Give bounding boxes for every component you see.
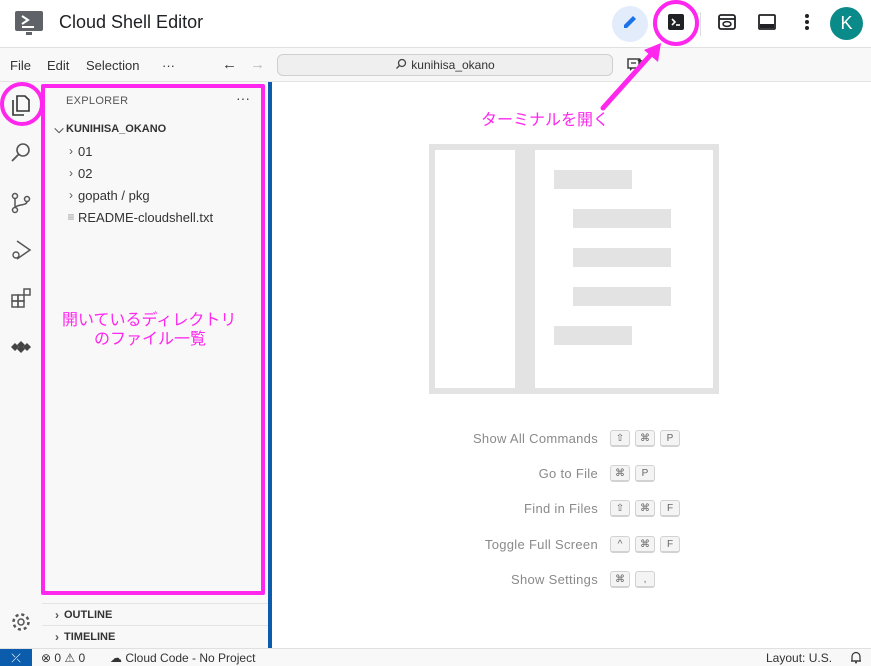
shortcut-label: Show Settings [510, 572, 598, 587]
key-cap: ^ [610, 536, 630, 553]
more-vert-icon [804, 13, 810, 36]
key-cap: ⌘ [610, 571, 630, 588]
menu-file[interactable]: File [10, 58, 31, 73]
terminal-annotation-label: ターミナルを開く [481, 110, 610, 129]
settings-gear-icon[interactable] [8, 609, 34, 635]
web-preview-button[interactable] [709, 6, 745, 42]
key-cap: F [660, 500, 680, 517]
timeline-label: TIMELINE [64, 630, 116, 643]
chevron-right-icon: › [55, 607, 59, 622]
shortcut-label: Toggle Full Screen [484, 537, 598, 552]
key-cap: ⌘ [635, 500, 655, 517]
notifications-bell-icon[interactable] [850, 651, 862, 666]
cloud-code-status[interactable]: ☁ Cloud Code - No Project [110, 651, 255, 665]
extensions-icon[interactable] [8, 285, 34, 311]
key-cap: ⌘ [635, 536, 655, 553]
warning-icon: ⚠ [64, 651, 76, 665]
key-cap: ⇧ [610, 430, 630, 447]
key-cap: ⇧ [610, 500, 630, 517]
shortcut-go-to-file[interactable]: Go to File ⌘ P [272, 465, 871, 483]
header-divider [700, 12, 701, 36]
chevron-right-icon: › [55, 629, 59, 644]
status-bar: ⤫ ⊗ 0 ⚠ 0 ☁ Cloud Code - No Project Layo… [0, 648, 871, 666]
explorer-highlight-ring [0, 82, 44, 126]
key-cap: ⌘ [610, 465, 630, 482]
cloud-shell-logo-icon [14, 10, 46, 38]
shortcut-show-all-commands[interactable]: Show All Commands ⇧ ⌘ P [272, 430, 871, 448]
shortcut-label: Go to File [538, 466, 598, 481]
menu-edit[interactable]: Edit [47, 58, 69, 73]
error-count: 0 [54, 651, 62, 665]
search-icon [395, 58, 407, 73]
warning-count: 0 [78, 651, 86, 665]
cloud-code-icon[interactable] [8, 334, 34, 360]
command-center-search[interactable]: kunihisa_okano [277, 54, 613, 76]
key-cap: P [635, 465, 655, 482]
edit-mode-button[interactable] [612, 6, 648, 42]
search-icon[interactable] [8, 140, 34, 166]
editor-watermark-logo [429, 144, 719, 394]
key-cap: ⌘ [635, 430, 655, 447]
run-debug-icon[interactable] [8, 237, 34, 263]
remote-icon: ⤫ [11, 650, 21, 665]
key-cap: F [660, 536, 680, 553]
shortcut-toggle-full-screen[interactable]: Toggle Full Screen ^ ⌘ F [272, 536, 871, 554]
annotation-arrow [600, 43, 661, 111]
panel-icon [757, 13, 777, 36]
search-text: kunihisa_okano [411, 58, 495, 72]
outline-label: OUTLINE [64, 608, 113, 621]
shortcut-label: Find in Files [524, 501, 598, 516]
key-cap: , [635, 571, 655, 588]
outline-section[interactable]: › OUTLINE [42, 603, 268, 625]
menu-selection[interactable]: Selection [86, 58, 139, 73]
menu-more[interactable]: ··· [162, 58, 175, 73]
timeline-section[interactable]: › TIMELINE [42, 625, 268, 647]
cloud-icon: ☁ [110, 651, 122, 665]
keyboard-layout-status[interactable]: Layout: U.S. [766, 651, 832, 665]
editor-area: Show All Commands ⇧ ⌘ P Go to File ⌘ P F… [272, 82, 871, 648]
user-avatar[interactable]: K [830, 7, 863, 40]
forward-arrow-icon[interactable]: → [250, 56, 265, 73]
top-header: Cloud Shell Editor K [0, 0, 871, 48]
problems-status[interactable]: ⊗ 0 ⚠ 0 [41, 651, 85, 665]
explorer-annotation-line2: のファイル一覧 [94, 329, 207, 348]
toggle-panel-button[interactable] [749, 6, 785, 42]
app-title: Cloud Shell Editor [59, 12, 204, 32]
shortcut-label: Show All Commands [472, 431, 598, 446]
shortcut-show-settings[interactable]: Show Settings ⌘ , [272, 571, 871, 589]
activity-bar [0, 82, 42, 648]
source-control-icon[interactable] [8, 190, 34, 216]
error-icon: ⊗ [41, 651, 52, 665]
remote-indicator-button[interactable]: ⤫ [0, 649, 32, 666]
preview-icon [717, 13, 737, 36]
edit-icon [621, 13, 639, 36]
shortcut-find-in-files[interactable]: Find in Files ⇧ ⌘ F [272, 500, 871, 518]
cloud-code-label: Cloud Code - No Project [125, 651, 256, 665]
more-options-button[interactable] [789, 6, 825, 42]
menu-bar: File Edit Selection ··· ← → kunihisa_oka… [0, 48, 871, 82]
key-cap: P [660, 430, 680, 447]
back-arrow-icon[interactable]: ← [222, 56, 237, 73]
explorer-annotation-line1: 開いているディレクトリ [62, 310, 237, 329]
